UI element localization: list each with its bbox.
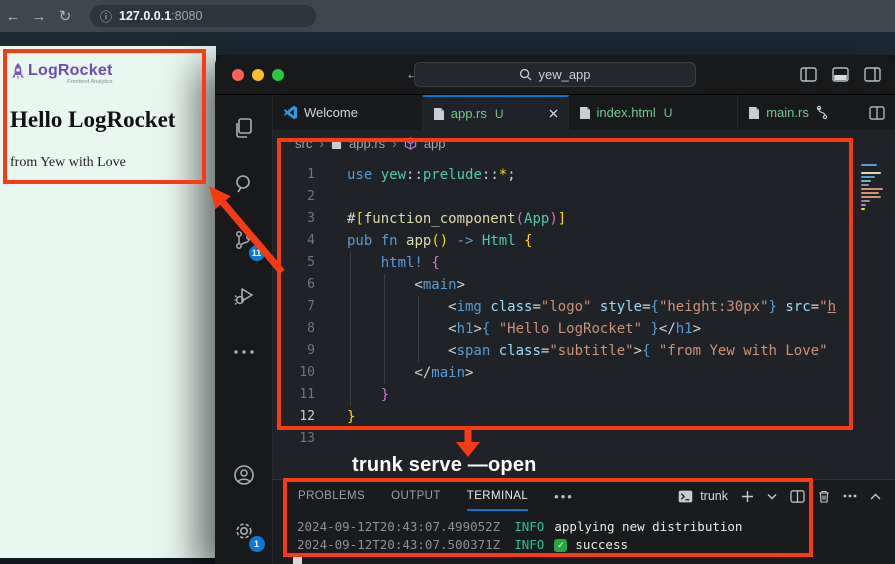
- maximize-panel-icon[interactable]: [870, 493, 881, 500]
- browser-reload-icon[interactable]: ↻: [52, 7, 78, 25]
- toggle-secondary-sidebar-icon[interactable]: [864, 67, 881, 82]
- site-info-icon[interactable]: ⓘ: [100, 8, 112, 25]
- terminal-cursor: [293, 556, 302, 564]
- code-line[interactable]: 13: [273, 428, 895, 450]
- line-number: 13: [273, 428, 329, 450]
- command-center-search[interactable]: yew_app: [414, 62, 696, 87]
- url-port: :8080: [171, 9, 202, 23]
- annotation-box-terminal: [283, 478, 813, 557]
- toggle-sidebar-icon[interactable]: [800, 67, 817, 82]
- browser-toolbar: ← → ↻ ⓘ 127.0.0.1 :8080: [0, 0, 895, 32]
- settings-badge: 1: [249, 536, 265, 552]
- vscode-logo-icon: [283, 105, 298, 120]
- close-tab-icon[interactable]: [549, 109, 558, 118]
- modified-badge: U: [664, 106, 673, 120]
- explorer-icon[interactable]: [221, 105, 267, 151]
- file-icon: [579, 106, 591, 120]
- browser-back-icon[interactable]: ←: [0, 8, 26, 25]
- vscode-titlebar[interactable]: ← → yew_app: [215, 55, 895, 95]
- tab-welcome[interactable]: Welcome: [273, 95, 423, 130]
- browser-forward-icon[interactable]: →: [26, 8, 52, 25]
- split-editor-icon[interactable]: [869, 106, 885, 120]
- toggle-panel-icon[interactable]: [832, 67, 849, 82]
- address-bar[interactable]: ⓘ 127.0.0.1 :8080: [90, 5, 316, 27]
- tab-main-rs[interactable]: main.rs: [738, 95, 869, 130]
- annotation-box-browser: [3, 49, 206, 184]
- panel-more-actions-icon[interactable]: [843, 494, 857, 498]
- close-window-button[interactable]: [232, 69, 244, 81]
- file-icon: [748, 106, 760, 120]
- window-controls: [232, 69, 284, 81]
- zoom-window-button[interactable]: [272, 69, 284, 81]
- more-views-icon[interactable]: [221, 329, 267, 375]
- file-icon: [433, 107, 445, 121]
- screen: ← → ↻ ⓘ 127.0.0.1 :8080 LogRocket Fronte…: [0, 0, 895, 564]
- url-host: 127.0.0.1: [119, 9, 171, 23]
- settings-gear-icon[interactable]: 1: [221, 508, 267, 554]
- annotation-arrow-to-browser: [190, 170, 295, 280]
- annotation-box-editor: [277, 138, 853, 430]
- workspace-name: yew_app: [538, 67, 590, 82]
- editor-tabbar: Welcome app.rs U index.html U: [273, 95, 895, 130]
- search-icon: [519, 68, 532, 81]
- sync-changes-icon[interactable]: [815, 105, 829, 120]
- annotation-command-label: trunk serve —open: [352, 454, 537, 477]
- activity-bar: 11 1: [215, 95, 273, 564]
- kill-terminal-icon[interactable]: [818, 490, 830, 503]
- minimize-window-button[interactable]: [252, 69, 264, 81]
- minimap[interactable]: [861, 164, 885, 212]
- tab-index-html[interactable]: index.html U: [569, 95, 739, 130]
- modified-badge: U: [495, 107, 504, 121]
- tab-app-rs[interactable]: app.rs U: [423, 95, 569, 130]
- accounts-icon[interactable]: [221, 452, 267, 498]
